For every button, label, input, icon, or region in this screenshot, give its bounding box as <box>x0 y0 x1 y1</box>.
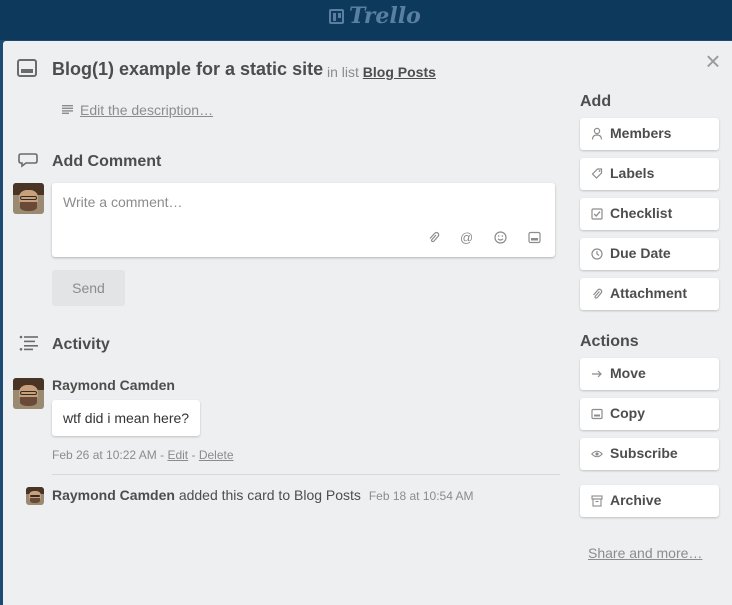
card-icon <box>17 59 37 77</box>
due-date-button[interactable]: Due Date <box>580 238 719 270</box>
subscribe-label: Subscribe <box>610 445 678 461</box>
comment-author-avatar[interactable] <box>13 378 44 409</box>
card-list-info: in list Blog Posts <box>327 64 436 80</box>
checklist-label: Checklist <box>610 205 673 221</box>
paperclip-icon[interactable] <box>427 231 440 244</box>
archive-icon <box>591 495 603 507</box>
comment-placeholder: Write a comment… <box>63 194 183 210</box>
archive-label: Archive <box>610 492 662 508</box>
clock-icon <box>591 248 603 260</box>
card-title[interactable]: Blog(1) example for a static site <box>52 59 323 80</box>
send-button[interactable]: Send <box>52 270 125 306</box>
comment-input[interactable]: Write a comment… @ <box>52 183 555 257</box>
delete-comment-link[interactable]: Delete <box>199 448 234 462</box>
log-action: added this card to Blog Posts <box>178 487 361 503</box>
logo-text: Trello <box>349 3 421 29</box>
add-comment-heading: Add Comment <box>52 153 162 170</box>
trello-logo[interactable]: Trello <box>329 3 421 29</box>
meta-separator: - <box>160 448 165 462</box>
comment-meta: Feb 26 at 10:22 AM - Edit - Delete <box>52 448 234 462</box>
copy-button[interactable]: Copy <box>580 398 719 430</box>
card-icon <box>591 408 603 420</box>
activity-heading: Activity <box>52 336 110 353</box>
list-name-link[interactable]: Blog Posts <box>363 64 436 80</box>
move-button[interactable]: Move <box>580 358 719 390</box>
actions-heading: Actions <box>580 333 639 350</box>
edit-description-link[interactable]: Edit the description… <box>80 102 213 118</box>
meta-separator: - <box>191 448 196 462</box>
attachment-label: Attachment <box>610 285 688 301</box>
close-icon[interactable]: × <box>703 48 723 74</box>
tag-icon <box>591 168 603 179</box>
due-date-label: Due Date <box>610 245 671 261</box>
log-author-avatar[interactable] <box>26 487 44 505</box>
comment-timestamp[interactable]: Feb 26 at 10:22 AM <box>52 448 157 462</box>
activity-divider <box>52 474 560 475</box>
current-user-avatar[interactable] <box>13 183 44 214</box>
person-icon <box>591 127 603 140</box>
comment-icon <box>18 153 38 168</box>
mention-icon[interactable]: @ <box>460 231 473 244</box>
members-button[interactable]: Members <box>580 118 719 150</box>
in-list-prefix: in list <box>327 64 359 80</box>
move-label: Move <box>610 365 646 381</box>
comment-author[interactable]: Raymond Camden <box>52 377 175 393</box>
add-heading: Add <box>580 93 612 110</box>
labels-label: Labels <box>610 165 655 181</box>
attachment-button[interactable]: Attachment <box>580 278 719 310</box>
paperclip-icon <box>593 288 603 299</box>
subscribe-button[interactable]: Subscribe <box>580 438 719 470</box>
copy-label: Copy <box>610 405 645 421</box>
activity-icon <box>19 335 38 351</box>
log-timestamp[interactable]: Feb 18 at 10:54 AM <box>369 489 474 503</box>
description-icon <box>62 105 73 114</box>
checklist-button[interactable]: Checklist <box>580 198 719 230</box>
archive-button[interactable]: Archive <box>580 485 719 517</box>
eye-icon <box>591 450 603 458</box>
checkbox-icon <box>591 208 603 220</box>
card-icon[interactable] <box>528 231 541 244</box>
arrow-right-icon <box>592 370 602 378</box>
edit-comment-link[interactable]: Edit <box>167 448 188 462</box>
log-author[interactable]: Raymond Camden <box>52 487 175 503</box>
top-header-bar: Trello <box>0 0 732 40</box>
members-label: Members <box>610 125 672 141</box>
labels-button[interactable]: Labels <box>580 158 719 190</box>
emoji-icon[interactable] <box>494 231 507 244</box>
trello-board-icon <box>329 8 344 24</box>
comment-text: wtf did i mean here? <box>52 400 201 436</box>
share-and-more-link[interactable]: Share and more… <box>588 545 702 561</box>
activity-log-item: Raymond Camden added this card to Blog P… <box>52 487 474 503</box>
